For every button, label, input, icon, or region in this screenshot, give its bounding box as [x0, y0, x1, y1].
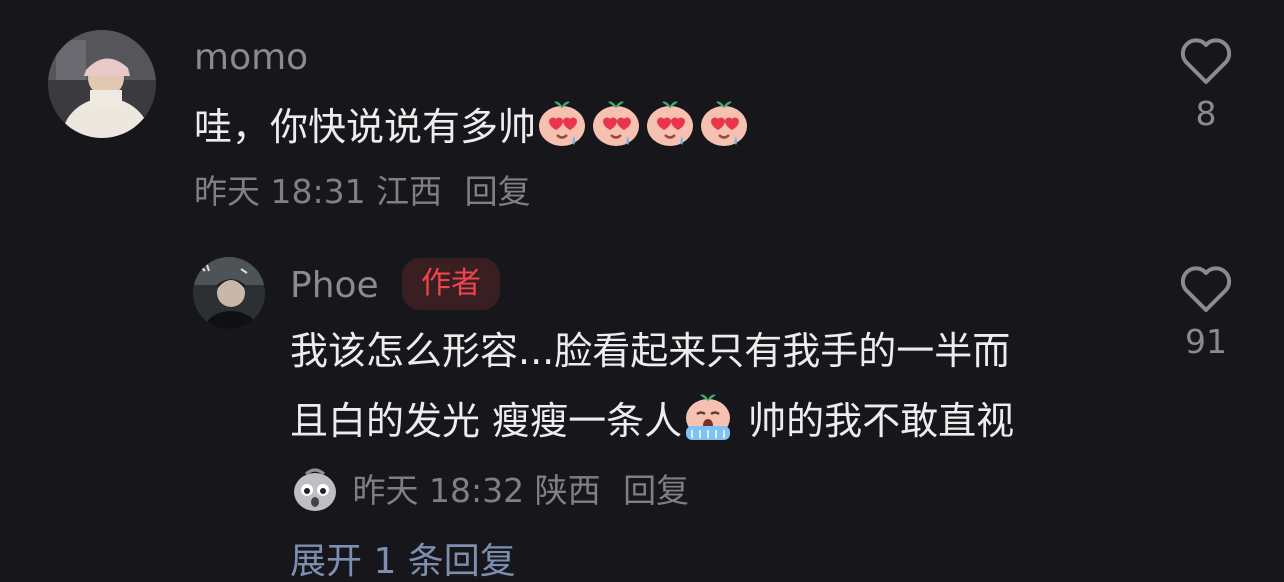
comment-reply-button[interactable]: 回复 — [465, 172, 531, 211]
heart-eyes-emoji — [536, 96, 588, 148]
expand-replies-link[interactable]: 展开 1 条回复 — [290, 542, 516, 582]
avatar-phoe[interactable] — [193, 257, 265, 329]
reply-like-button[interactable]: 91 — [1176, 264, 1236, 360]
comment-like-button[interactable]: 8 — [1176, 36, 1236, 132]
comment-location: 江西 — [376, 172, 443, 211]
heart-icon — [1180, 38, 1232, 84]
reply-text-line2-a: 且白的发光 瘦瘦一条人 — [290, 399, 683, 443]
reply-reply-button[interactable]: 回复 — [623, 471, 689, 510]
reply-time: 昨天 18:32 — [352, 471, 525, 510]
author-badge: 作者 — [402, 258, 500, 310]
reply-username[interactable]: Phoe — [290, 266, 379, 306]
heart-eyes-emoji — [698, 96, 750, 148]
reply-text-line2-b: 帅的我不敢直视 — [736, 399, 1015, 443]
comment-username[interactable]: momo — [194, 38, 308, 78]
reply-text-line2: 且白的发光 瘦瘦一条人 帅的我不敢直视 — [290, 390, 1014, 448]
heart-icon — [1180, 266, 1232, 312]
comment-time: 昨天 18:31 — [194, 172, 366, 211]
comment-text-main: 哇，你快说说有多帅 — [194, 105, 537, 149]
reply-text-line1: 我该怎么形容...脸看起来只有我手的一半而 — [290, 329, 1011, 373]
reply-location: 陕西 — [534, 471, 601, 510]
heart-eyes-emoji — [644, 96, 696, 148]
reply-like-count: 91 — [1185, 322, 1227, 361]
avatar-momo[interactable] — [48, 30, 156, 138]
comment-text: 哇，你快说说有多帅 — [194, 96, 752, 154]
reply-meta: 昨天 18:32 陕西 回复 — [290, 464, 689, 514]
comment-meta: 昨天 18:31 江西 回复 — [194, 172, 531, 212]
heart-eyes-emoji — [590, 96, 642, 148]
shocked-emoji — [290, 464, 340, 514]
comment-like-count: 8 — [1195, 94, 1217, 133]
crying-emoji — [682, 390, 734, 442]
